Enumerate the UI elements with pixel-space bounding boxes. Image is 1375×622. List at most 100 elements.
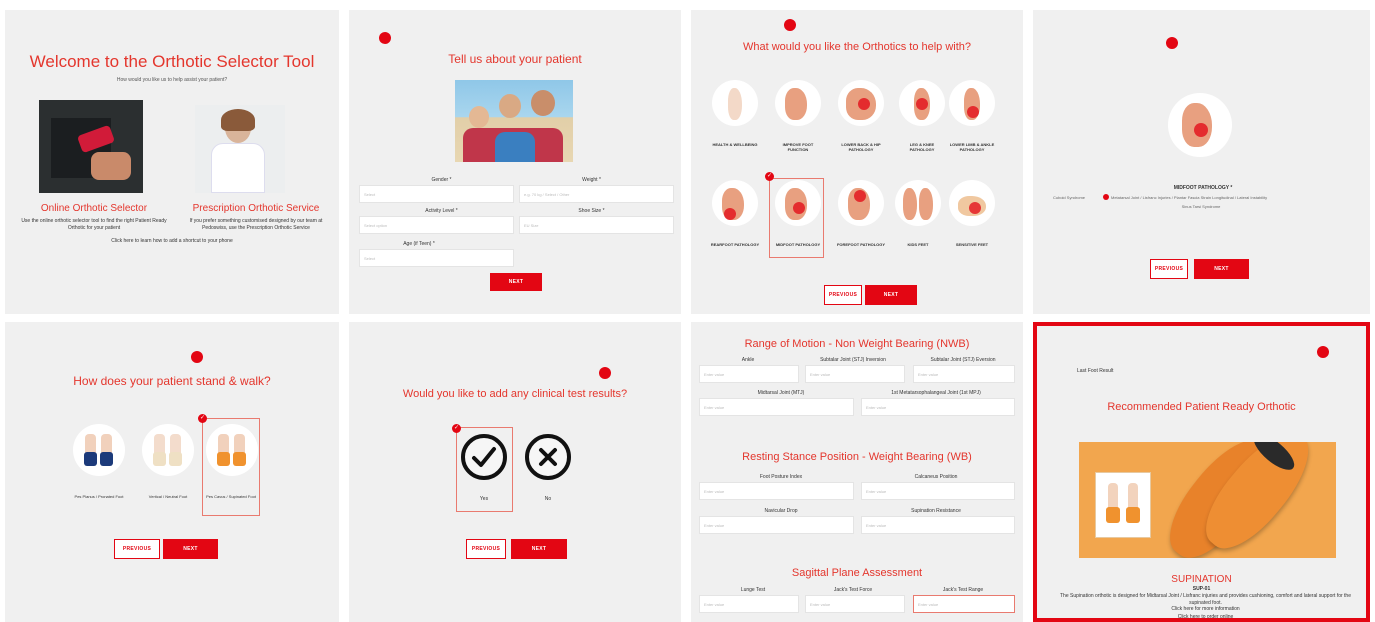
next-button[interactable]: NEXT xyxy=(1194,259,1249,279)
prescription-service-title[interactable]: Prescription Orthotic Service xyxy=(181,203,331,214)
check-icon: ✓ xyxy=(198,414,207,423)
online-selector-image[interactable] xyxy=(39,100,143,193)
prescription-service-image[interactable] xyxy=(195,105,285,193)
option-label: IMPROVE FOOT FUNCTION xyxy=(782,142,814,152)
no-label: No xyxy=(544,496,552,502)
next-button[interactable]: NEXT xyxy=(163,539,218,559)
panel-range-of-motion: Range of Motion - Non Weight Bearing (NW… xyxy=(691,322,1023,622)
supination-resistance-label: Supination Resistance xyxy=(911,508,961,514)
progress-dot xyxy=(379,32,391,44)
option-label: LOWER BACK & HIP PATHOLOGY xyxy=(841,142,881,152)
last-result-note: Last Foot Result xyxy=(1077,368,1114,374)
no-option[interactable] xyxy=(525,434,571,480)
option-label: Vertical / Neutral Foot xyxy=(148,494,188,499)
calcaneus-input[interactable]: Enter value xyxy=(861,482,1015,500)
cross-icon xyxy=(539,448,557,466)
forefoot-option[interactable] xyxy=(838,180,884,226)
stj-eversion-label: Subtalar Joint (STJ) Eversion xyxy=(930,357,996,363)
sagittal-title: Sagittal Plane Assessment xyxy=(791,567,923,579)
ankle-input[interactable]: Enter value xyxy=(699,365,799,383)
panel-help-with: What would you like the Orthotics to hel… xyxy=(691,10,1023,314)
next-button[interactable]: NEXT xyxy=(865,285,917,305)
health-wellbeing-option[interactable] xyxy=(712,80,758,126)
radio-selected-icon[interactable] xyxy=(1103,194,1109,200)
clinical-title: Would you like to add any clinical test … xyxy=(402,388,628,400)
recommendation-title: Recommended Patient Ready Orthotic xyxy=(1107,401,1296,413)
option-label: MIDFOOT PATHOLOGY xyxy=(775,242,821,247)
check-mark-icon xyxy=(472,447,496,467)
sensitive-feet-option[interactable] xyxy=(949,180,995,226)
fpi-input[interactable]: Enter value xyxy=(699,482,854,500)
orthotic-product-image xyxy=(1079,442,1336,558)
prescription-service-description: If you prefer something customised desig… xyxy=(189,218,323,231)
rearfoot-option[interactable] xyxy=(712,180,758,226)
order-online-link[interactable]: Click here to order online xyxy=(1117,614,1294,618)
welcome-subtitle: How would you like us to help assist you… xyxy=(116,77,228,83)
option-label: KIDS FEET xyxy=(907,242,929,247)
navicular-label: Navicular Drop xyxy=(764,508,798,514)
option-label: FOREFOOT PATHOLOGY xyxy=(836,242,886,247)
neutral-foot-option[interactable] xyxy=(142,424,194,476)
kids-feet-option[interactable] xyxy=(895,180,941,226)
shoe-size-select[interactable]: EU Size xyxy=(519,216,674,234)
mtpj-input[interactable]: Enter value xyxy=(861,398,1015,416)
next-button[interactable]: NEXT xyxy=(511,539,567,559)
weight-input[interactable]: e.g. 70 kg / Select / Other xyxy=(519,185,674,203)
previous-button[interactable]: PREVIOUS xyxy=(1150,259,1188,279)
next-button[interactable]: NEXT xyxy=(490,273,542,291)
option-label: Pes Cavus / Supinated Foot xyxy=(206,494,256,499)
progress-dot xyxy=(1317,346,1329,358)
orthotic-name: SUPINATION xyxy=(1171,574,1232,585)
activity-select[interactable]: Select option xyxy=(359,216,514,234)
orthotic-description: The Supination orthotic is designed for … xyxy=(1060,593,1351,606)
mtpj-label: 1st Metatarsophalangeal Joint (1st MPJ) xyxy=(891,390,981,396)
patient-title: Tell us about your patient xyxy=(448,52,582,66)
option-metatarsal[interactable]: Metatarsal Joint / Lisfranc Injuries / P… xyxy=(1111,195,1366,200)
age-select[interactable]: Select xyxy=(359,249,514,267)
jack-range-input[interactable]: Enter value xyxy=(913,595,1015,613)
more-info-link[interactable]: Click here for more information xyxy=(1117,606,1294,613)
ankle-label: Ankle xyxy=(741,357,755,363)
jack-force-input[interactable]: Enter value xyxy=(805,595,905,613)
jack-range-label: Jack's Test Range xyxy=(942,587,984,593)
gender-label: Gender * xyxy=(431,177,452,183)
yes-option[interactable] xyxy=(461,434,507,480)
previous-button[interactable]: PREVIOUS xyxy=(824,285,862,305)
mtj-label: Midtarsal Joint (MTJ) xyxy=(757,390,805,396)
option-label: REARFOOT PATHOLOGY xyxy=(710,242,760,247)
mtj-input[interactable]: Enter value xyxy=(699,398,854,416)
previous-button[interactable]: PREVIOUS xyxy=(114,539,160,559)
navicular-input[interactable]: Enter value xyxy=(699,516,854,534)
pes-planus-option[interactable] xyxy=(73,424,125,476)
weight-label: Weight * xyxy=(582,177,601,183)
midfoot-pathology-label: MIDFOOT PATHOLOGY * xyxy=(1173,185,1233,191)
lunge-label: Lunge Test xyxy=(740,587,766,593)
option-label: Pes Planus / Pronated Foot xyxy=(74,494,124,499)
family-photo xyxy=(455,80,573,162)
lower-back-hip-option[interactable] xyxy=(838,80,884,126)
panel-clinical-tests: Would you like to add any clinical test … xyxy=(349,322,681,622)
online-selector-description: Use the online orthotic selector tool to… xyxy=(21,218,167,231)
check-icon: ✓ xyxy=(452,424,461,433)
lower-limb-ankle-option[interactable] xyxy=(949,80,995,126)
pes-cavus-option[interactable] xyxy=(206,424,258,476)
option-cuboid[interactable]: Cuboid Syndrome xyxy=(1039,195,1099,200)
help-title: What would you like the Orthotics to hel… xyxy=(742,41,972,53)
gender-select[interactable]: Select xyxy=(359,185,514,203)
option-sinus-tarsi[interactable]: Sinus Tarsi Syndrome xyxy=(1151,204,1251,209)
leg-knee-option[interactable] xyxy=(899,80,945,126)
lunge-input[interactable]: Enter value xyxy=(699,595,799,613)
calcaneus-label: Calcaneus Position xyxy=(914,474,958,480)
previous-button[interactable]: PREVIOUS xyxy=(466,539,506,559)
supination-resistance-input[interactable]: Enter value xyxy=(861,516,1015,534)
stj-inversion-input[interactable]: Enter value xyxy=(805,365,905,383)
panel-patient-info: Tell us about your patient Gender * Weig… xyxy=(349,10,681,314)
progress-dot xyxy=(784,19,796,31)
online-selector-title[interactable]: Online Orthotic Selector xyxy=(19,203,169,214)
shortcut-link[interactable]: Click here to learn how to add a shortcu… xyxy=(45,238,299,245)
improve-foot-function-option[interactable] xyxy=(775,80,821,126)
wb-title: Resting Stance Position - Weight Bearing… xyxy=(742,451,972,463)
progress-dot xyxy=(191,351,203,363)
stj-eversion-input[interactable]: Enter value xyxy=(913,365,1015,383)
midfoot-option[interactable] xyxy=(775,180,821,226)
